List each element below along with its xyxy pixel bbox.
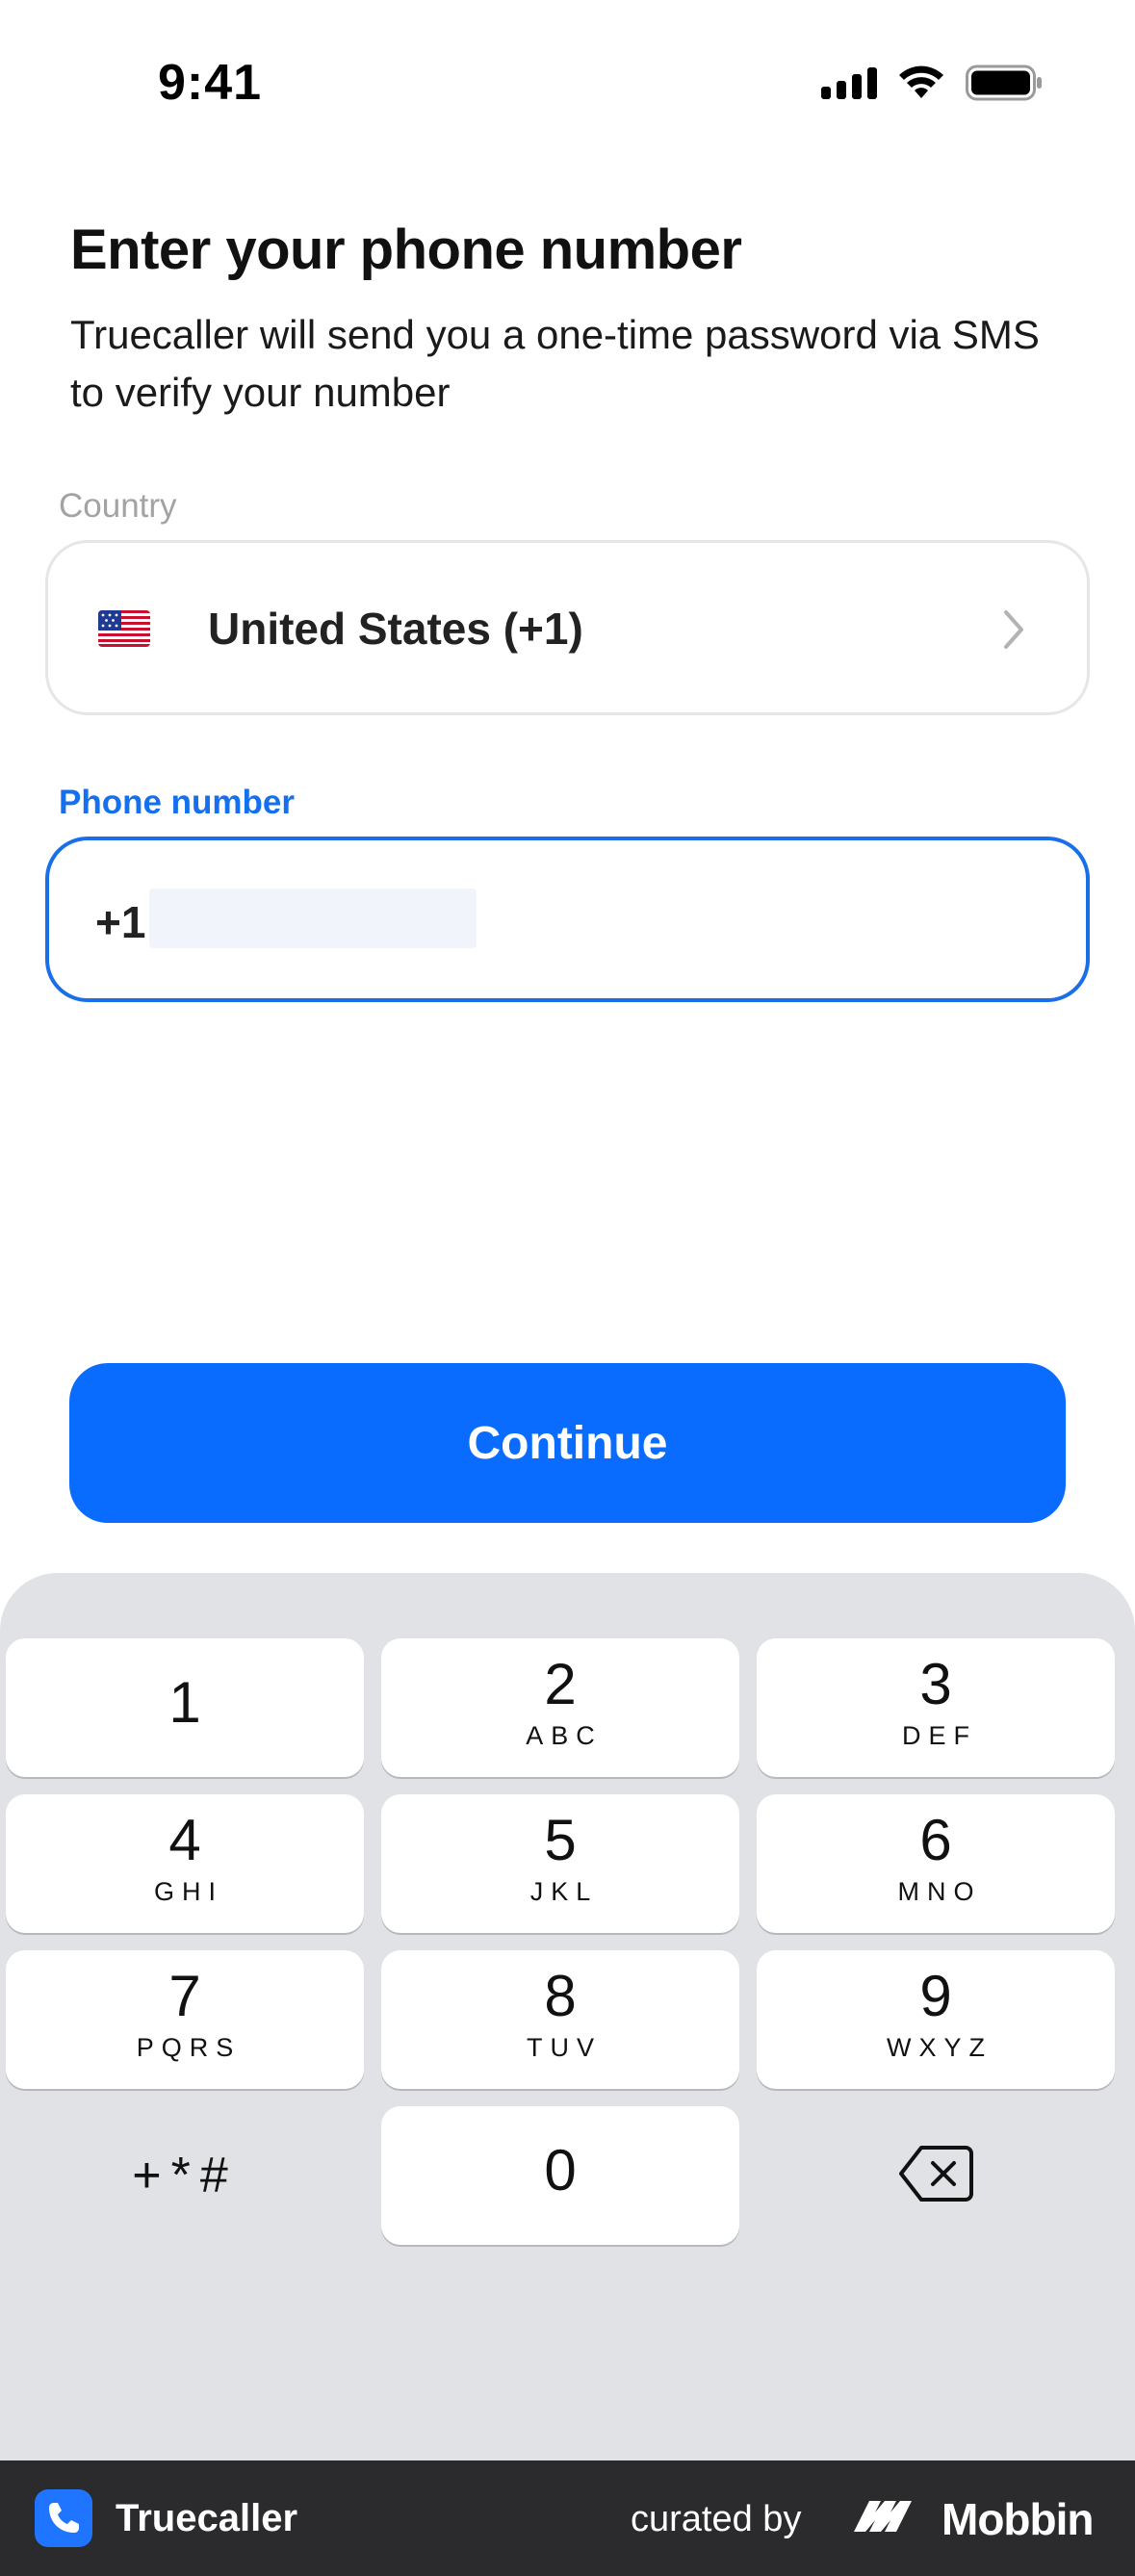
country-selector[interactable]: United States (+1) xyxy=(45,540,1090,715)
numeric-keypad: 1 2 ABC 3 DEF 4 GHI 5 JKL 6 MNO 7 PQRS 8… xyxy=(0,1573,1135,2460)
us-flag-icon xyxy=(98,610,150,647)
key-4[interactable]: 4 GHI xyxy=(6,1794,364,1933)
key-symbols[interactable]: +*# xyxy=(6,2106,364,2245)
key-1[interactable]: 1 xyxy=(6,1638,364,1777)
country-value: United States (+1) xyxy=(208,604,583,654)
key-digit: 4 xyxy=(168,1807,201,1872)
key-digit: 0 xyxy=(544,2138,577,2202)
key-digit: 5 xyxy=(544,1807,577,1872)
key-letters: JKL xyxy=(529,1876,599,1906)
key-letters: MNO xyxy=(897,1876,982,1906)
chevron-right-icon xyxy=(1000,606,1027,657)
key-letters: WXYZ xyxy=(887,2032,993,2062)
status-bar: 9:41 xyxy=(0,0,1135,168)
battery-icon xyxy=(966,64,1043,101)
phone-prefix: +1 xyxy=(95,897,146,947)
key-digit: 2 xyxy=(544,1651,577,1716)
country-label: Country xyxy=(59,487,177,525)
key-0[interactable]: 0 xyxy=(381,2106,739,2245)
phone-number-label: Phone number xyxy=(59,784,296,821)
key-digit: 1 xyxy=(168,1670,201,1735)
phone-number-input[interactable]: +1 xyxy=(45,837,1090,1002)
page-subtitle: Truecaller will send you a one-time pass… xyxy=(70,312,1040,415)
key-letters: GHI xyxy=(153,1876,223,1906)
footer-app-name: Truecaller xyxy=(116,2497,298,2539)
key-digit: 3 xyxy=(919,1651,952,1716)
key-9[interactable]: 9 WXYZ xyxy=(757,1950,1115,2089)
key-5[interactable]: 5 JKL xyxy=(381,1794,739,1933)
key-letters: DEF xyxy=(902,1720,977,1750)
key-digit: 6 xyxy=(919,1807,952,1872)
key-6[interactable]: 6 MNO xyxy=(757,1794,1115,1933)
curated-by-text: curated by xyxy=(631,2499,802,2539)
backspace-icon xyxy=(898,2144,973,2208)
key-letters: PQRS xyxy=(136,2032,242,2062)
key-letters: ABC xyxy=(526,1720,603,1750)
symbols-label: +*# xyxy=(132,2148,238,2203)
key-7[interactable]: 7 PQRS xyxy=(6,1950,364,2089)
key-letters: TUV xyxy=(527,2032,602,2062)
truecaller-logo-icon xyxy=(35,2489,92,2547)
status-time: 9:41 xyxy=(158,55,263,111)
page-title: Enter your phone number xyxy=(70,219,742,281)
cellular-signal-icon xyxy=(821,66,877,99)
key-digit: 7 xyxy=(168,1963,201,2028)
mobbin-brand-text: Mobbin xyxy=(942,2494,1094,2544)
status-icons xyxy=(821,64,1043,102)
key-8[interactable]: 8 TUV xyxy=(381,1950,739,2089)
key-digit: 9 xyxy=(919,1963,952,2028)
delete-key[interactable] xyxy=(757,2106,1115,2245)
key-3[interactable]: 3 DEF xyxy=(757,1638,1115,1777)
continue-button[interactable]: Continue xyxy=(69,1363,1066,1523)
key-2[interactable]: 2 ABC xyxy=(381,1638,739,1777)
footer-bar: Truecaller curated by Mobbin xyxy=(0,2460,1135,2576)
phone-number-redacted xyxy=(149,889,477,948)
wifi-icon xyxy=(898,65,944,100)
mobbin-logo-icon xyxy=(852,2493,919,2541)
key-digit: 8 xyxy=(544,1963,577,2028)
